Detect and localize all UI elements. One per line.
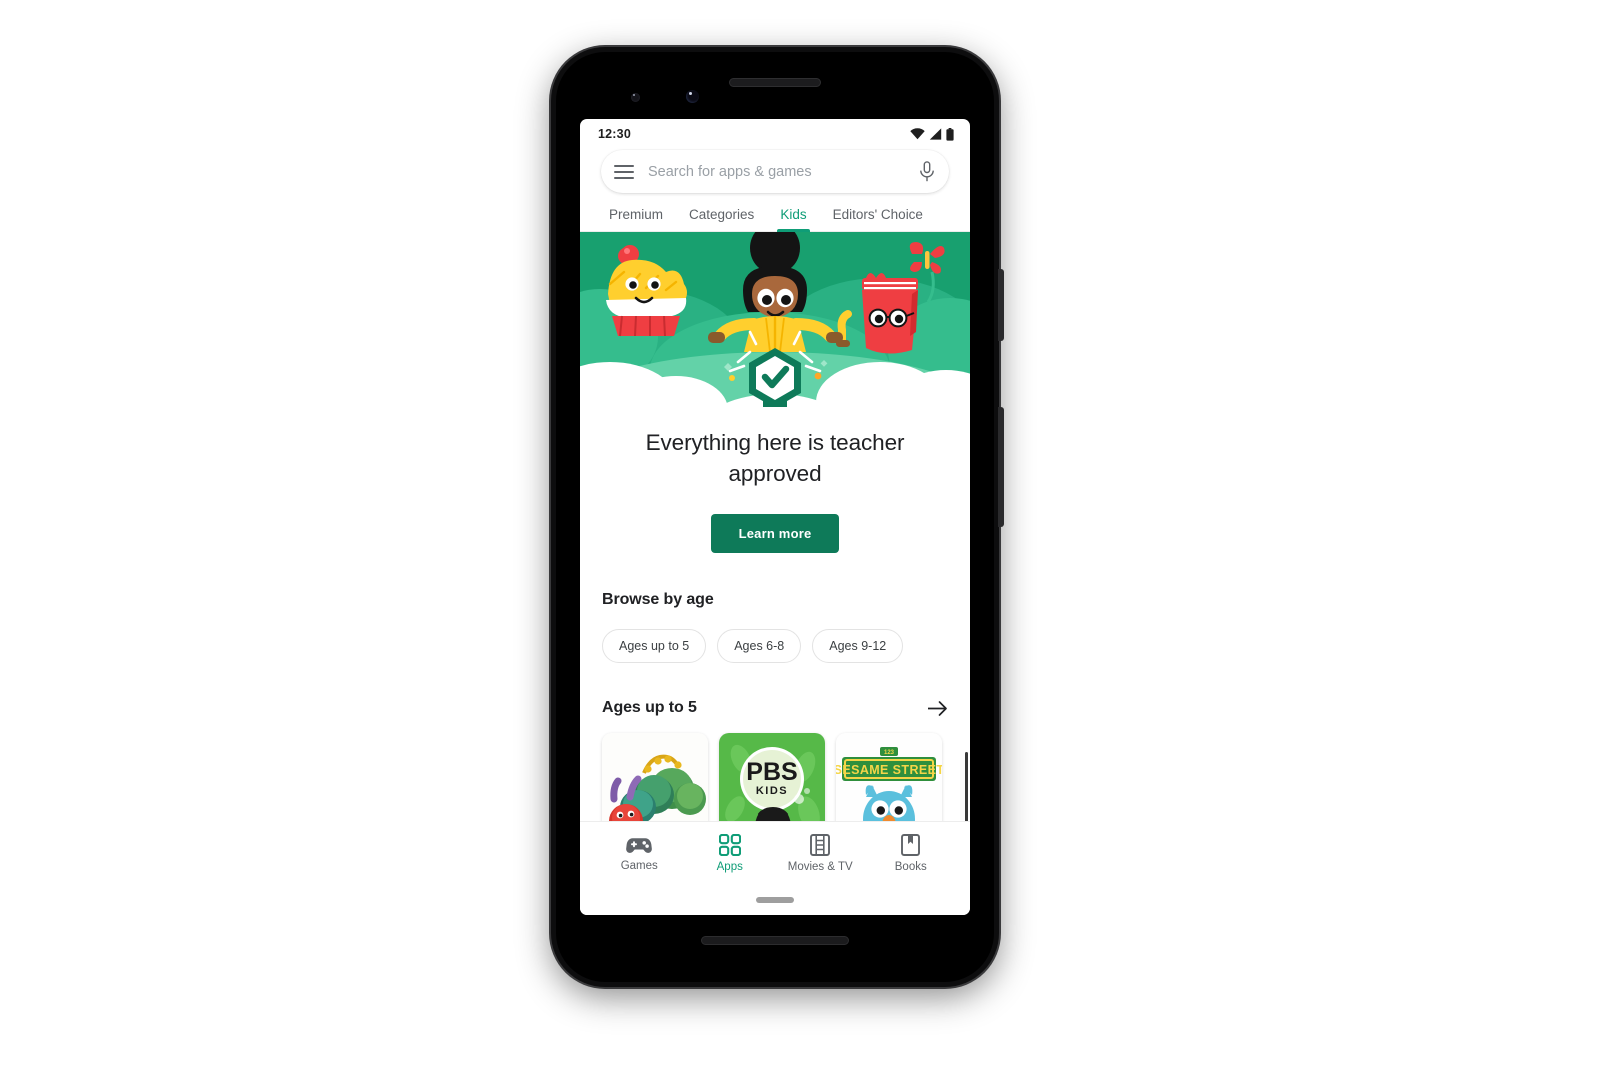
learn-more-button[interactable]: Learn more [710,514,840,553]
svg-text:KIDS: KIDS [756,785,788,797]
arrow-right-icon[interactable] [927,700,948,717]
tab-bar: Premium Categories Kids Editors' Choice [580,193,970,232]
hamburger-menu-icon[interactable] [614,164,634,179]
nav-label-apps: Apps [716,861,743,873]
book-bookmark-icon [901,834,921,856]
apps-grid-icon [718,834,741,856]
wifi-icon [910,128,925,140]
status-bar: 12:30 [580,119,970,149]
search-bar-container [580,149,970,193]
nav-item-apps[interactable]: Apps [685,834,776,873]
tab-editors-choice[interactable]: Editors' Choice [820,207,936,231]
nav-item-books[interactable]: Books [866,834,957,873]
nav-label-movies-tv: Movies & TV [787,861,853,873]
power-button[interactable] [998,269,1004,341]
tab-premium[interactable]: Premium [596,207,676,231]
proximity-sensor [631,93,640,102]
gamepad-icon [626,837,653,853]
nav-item-movies-tv[interactable]: Movies & TV [775,834,866,873]
battery-icon [946,127,954,141]
front-camera [686,90,699,103]
app-card-very-hungry-caterpillar[interactable] [602,733,708,821]
microphone-icon[interactable] [919,161,935,182]
content-scrollbar[interactable] [965,752,968,821]
status-time: 12:30 [598,127,631,141]
svg-text:123: 123 [884,750,895,756]
svg-text:SESAME STREET: SESAME STREET [836,763,942,777]
ages-row-header: Ages up to 5 [580,663,970,717]
app-card-sesame-street[interactable]: SESAME STREET 123 [836,733,942,821]
app-card-pbs-kids[interactable]: PBS KIDS [719,733,825,821]
status-icons [910,127,954,141]
app-card-row: PBS KIDS SESAME STREET 123 [580,717,970,821]
cellular-signal-icon [929,128,942,140]
ages-row-title: Ages up to 5 [602,699,697,716]
age-chip-6-8[interactable]: Ages 6-8 [717,629,802,663]
home-indicator[interactable] [756,897,794,903]
volume-button[interactable] [998,407,1004,527]
content-scroll-area[interactable]: Everything here is teacher approved Lear… [580,232,970,821]
bottom-speaker-grille [701,936,849,945]
browse-by-age-title: Browse by age [602,591,714,608]
tab-categories[interactable]: Categories [676,207,767,231]
bottom-navigation-bar: Games Apps Movies & TV Books [580,821,970,885]
hero-illustration-art [580,232,970,407]
age-chip-group: Ages up to 5 Ages 6-8 Ages 9-12 [602,629,948,663]
nav-label-books: Books [894,861,927,873]
book-character [862,273,918,354]
home-indicator-bar [580,885,970,915]
film-strip-icon [810,834,831,856]
earpiece-speaker [729,78,821,87]
hero-illustration [580,232,970,407]
age-chip-9-12[interactable]: Ages 9-12 [812,629,904,663]
search-bar[interactable] [601,150,949,193]
browse-by-age-section: Browse by age Ages up to 5 Ages 6-8 Ages… [580,553,970,663]
phone-device-frame: 12:30 Search for apps & games Premium Ca… [551,47,1004,987]
nav-label-games: Games [620,859,658,872]
nav-item-games[interactable]: Games [594,836,685,872]
hero-title: Everything here is teacher approved [645,430,905,486]
tab-kids[interactable]: Kids [767,207,819,232]
hero-text-block: Everything here is teacher approved Lear… [580,407,970,553]
search-input[interactable] [648,163,919,180]
age-chip-up-to-5[interactable]: Ages up to 5 [602,629,707,663]
svg-text:PBS: PBS [746,758,797,786]
phone-screen: 12:30 Search for apps & games Premium Ca… [580,119,970,915]
